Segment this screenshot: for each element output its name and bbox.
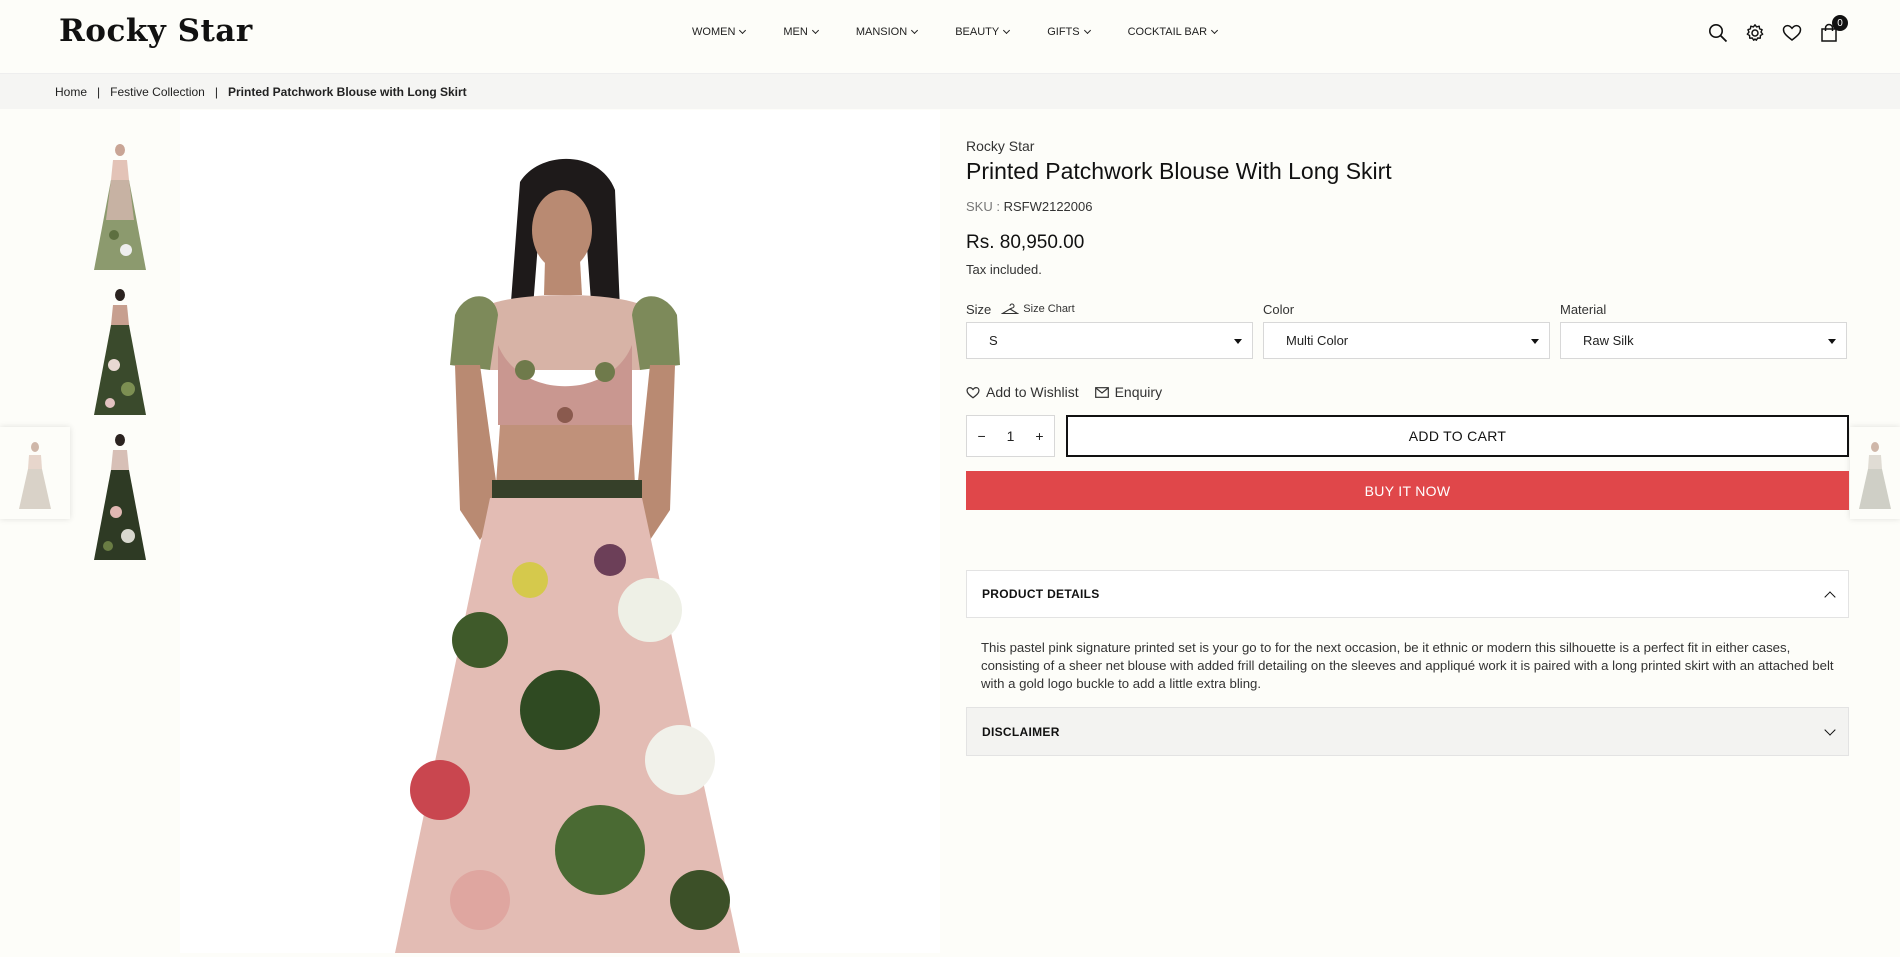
product-title: Printed Patchwork Blouse With Long Skirt [966,158,1392,184]
disclaimer-accordion[interactable]: DISCLAIMER [966,707,1849,756]
enquiry-label: Enquiry [1114,384,1163,400]
chevron-down-icon [911,26,919,35]
enquiry-link[interactable]: Enquiry [1094,384,1163,400]
previous-product-thumb[interactable] [0,427,70,519]
color-select[interactable]: Multi Color [1263,322,1550,359]
nav-mansion-label: MANSION [855,26,908,38]
size-label-row: Size Size Chart [966,300,1253,318]
size-select-value: S [989,333,998,348]
nav-beauty[interactable]: BEAUTY [955,26,1011,38]
heart-icon [966,386,980,399]
product-description: This pastel pink signature printed set i… [981,640,1834,691]
breadcrumb-collection[interactable]: Festive Collection [110,85,205,99]
nav-cocktail-bar-label: COCKTAIL BAR [1127,26,1208,38]
caret-down-icon [1234,339,1242,344]
add-to-cart-button[interactable]: ADD TO CART [1066,415,1849,457]
nav-men-label: MEN [783,26,808,38]
next-product-thumb[interactable] [1850,427,1900,519]
nav-women-label: WOMEN [692,26,736,38]
size-label: Size [966,301,992,317]
quantity-input[interactable]: 1 [1007,428,1015,444]
secondary-actions: Add to Wishlist Enquiry [966,384,1849,400]
material-option: Material Raw Silk [1560,300,1847,359]
chevron-up-icon [1824,591,1836,603]
nav-men[interactable]: MEN [783,26,819,38]
product-info: Rocky Star Printed Patchwork Blouse With… [966,138,1849,756]
product-price: Rs. 80,950.00 [966,232,1085,253]
chevron-down-icon [1083,26,1091,35]
size-chart-link[interactable]: Size Chart [1001,303,1075,315]
hanger-icon [1001,303,1020,315]
tax-note: Tax included. [966,262,1042,277]
chevron-down-icon [1211,26,1219,35]
site-logo[interactable]: Rocky Star [59,13,253,49]
size-select[interactable]: S [966,322,1253,359]
caret-down-icon [1531,339,1539,344]
site-header: Rocky Star WOMEN MEN MANSION BEAUTY GIFT… [0,0,1900,74]
size-chart-label: Size Chart [1023,303,1075,315]
breadcrumb-separator: | [97,84,101,99]
decrease-quantity-button[interactable]: − [977,428,985,444]
main-nav: WOMEN MEN MANSION BEAUTY GIFTS COCKTAIL … [692,26,1255,38]
chevron-down-icon [1003,26,1011,35]
thumbnail-image[interactable] [80,283,160,421]
product-sku: SKU : RSFW2122006 [966,199,1849,214]
breadcrumb-home[interactable]: Home [55,85,87,99]
nav-gifts[interactable]: GIFTS [1047,26,1091,38]
color-label: Color [1263,301,1295,317]
purchase-row: − 1 + ADD TO CART [966,415,1849,457]
breadcrumb-current: Printed Patchwork Blouse with Long Skirt [227,84,467,99]
thumbnail-list [80,138,160,573]
wishlist-label: Add to Wishlist [986,384,1079,400]
envelope-icon [1094,386,1109,398]
material-select-value: Raw Silk [1583,333,1634,348]
buy-it-now-button[interactable]: BUY IT NOW [966,471,1849,510]
chevron-down-icon [811,26,819,35]
thumbnail-image[interactable] [80,428,160,566]
material-label: Material [1560,301,1607,317]
size-option: Size Size Chart S [966,300,1253,359]
cart-icon[interactable]: 0 [1819,15,1848,43]
material-select[interactable]: Raw Silk [1560,322,1847,359]
search-icon[interactable] [1708,23,1728,43]
nav-women[interactable]: WOMEN [692,26,747,38]
header-icons: 0 [1708,15,1848,43]
nav-gifts-label: GIFTS [1047,26,1080,38]
quantity-stepper: − 1 + [966,415,1055,457]
breadcrumb-separator: | [214,84,218,99]
nav-mansion[interactable]: MANSION [855,26,919,38]
product-details-accordion[interactable]: PRODUCT DETAILS [966,570,1849,618]
disclaimer-title: DISCLAIMER [982,724,1060,739]
breadcrumb: Home | Festive Collection | Printed Patc… [0,74,1900,109]
cart-count-badge: 0 [1832,15,1848,31]
add-to-wishlist-link[interactable]: Add to Wishlist [966,384,1079,400]
gear-icon[interactable] [1745,23,1765,43]
sku-value: RSFW2122006 [1003,199,1093,214]
nav-cocktail-bar[interactable]: COCKTAIL BAR [1127,26,1219,38]
nav-beauty-label: BEAUTY [955,26,1000,38]
color-label-row: Color [1263,300,1550,318]
sku-label: SKU : [966,199,1000,214]
heart-icon[interactable] [1782,23,1802,43]
caret-down-icon [1828,339,1836,344]
chevron-down-icon [1824,723,1836,736]
color-select-value: Multi Color [1286,333,1349,348]
increase-quantity-button[interactable]: + [1035,428,1043,444]
color-option: Color Multi Color [1263,300,1550,359]
main-product-image[interactable] [180,110,940,953]
chevron-down-icon [739,26,747,35]
product-details-title: PRODUCT DETAILS [982,587,1100,601]
product-brand[interactable]: Rocky Star [966,138,1849,154]
product-options: Size Size Chart S Color Multi Color Mate… [966,300,1849,359]
thumbnail-image[interactable] [80,138,160,276]
material-label-row: Material [1560,300,1847,318]
